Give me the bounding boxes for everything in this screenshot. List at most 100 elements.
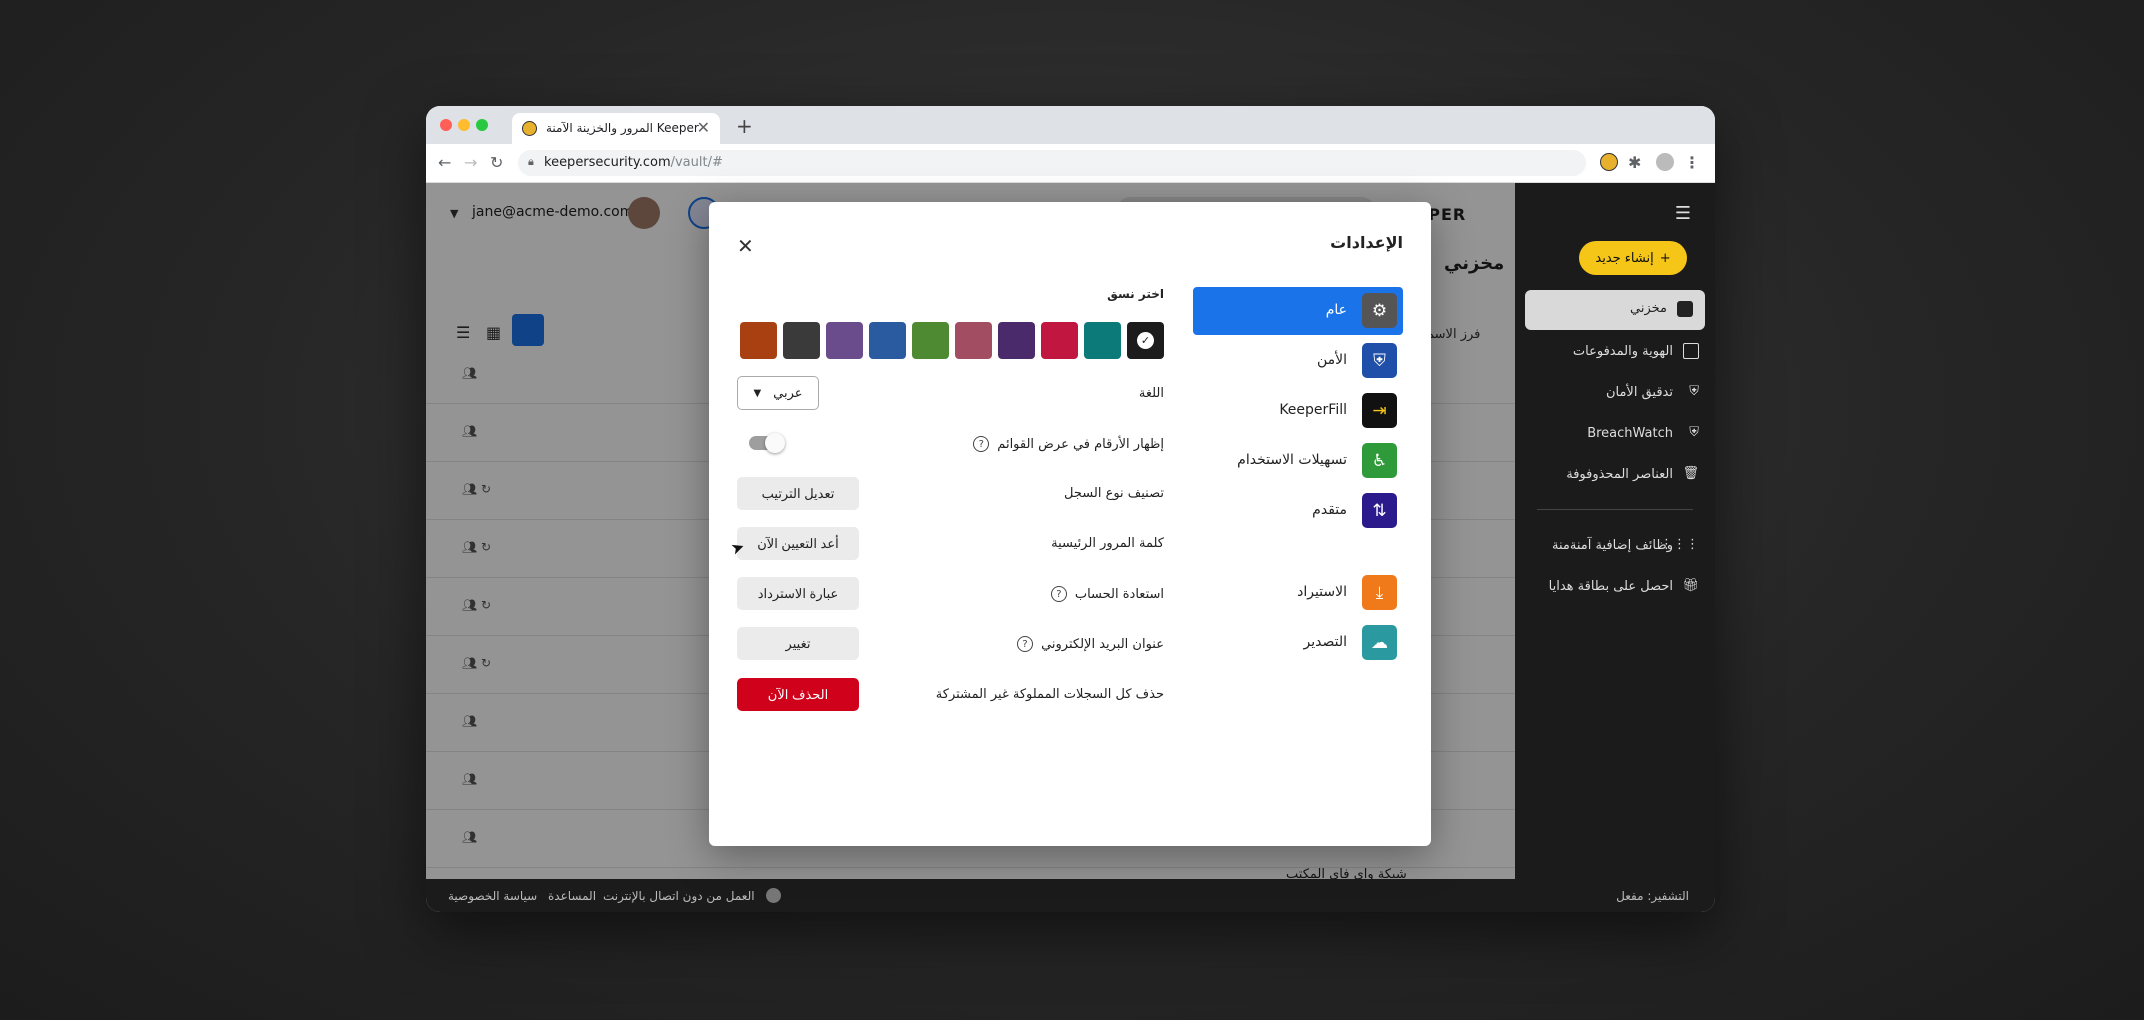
- keeper-extension-icon[interactable]: [1600, 153, 1618, 171]
- close-icon[interactable]: ✕: [737, 234, 754, 258]
- sidebar-divider: [1537, 509, 1693, 510]
- profile-icon[interactable]: [1656, 153, 1674, 171]
- apps-grid-icon: ⋮⋮⋮: [1660, 537, 1699, 552]
- nav-label: الاستيراد: [1297, 584, 1347, 600]
- sidebar-item-label: العناصر المحذوفوفة: [1566, 466, 1673, 482]
- offline-icon: [766, 888, 781, 903]
- address-bar: ← → ↻ 🔒︎ keepersecurity.com/vault/# ✱ ⋮: [426, 144, 1715, 183]
- record-type-label: تصنيف نوع السجل: [1064, 486, 1164, 501]
- nav-label: KeeperFill: [1279, 402, 1347, 418]
- tab-close-icon[interactable]: ✕: [697, 118, 710, 137]
- keeper-favicon-icon: [522, 121, 537, 136]
- settings-nav-advanced[interactable]: ⇅ متقدم: [1193, 487, 1403, 535]
- nav-label: الأمن: [1316, 352, 1347, 368]
- help-icon[interactable]: ?: [973, 436, 990, 452]
- theme-swatch[interactable]: [912, 322, 949, 359]
- accessibility-icon: ♿︎: [1362, 443, 1397, 478]
- url-field[interactable]: 🔒︎ keepersecurity.com/vault/#: [518, 150, 1586, 176]
- create-new-button[interactable]: + إنشاء جديد: [1579, 241, 1687, 275]
- encryption-value: مفعل: [1616, 889, 1644, 903]
- security-shield-icon: ⛨: [1362, 343, 1397, 378]
- privacy-link[interactable]: سياسة الخصوصية: [448, 889, 537, 903]
- sliders-icon: ⇅: [1362, 493, 1397, 528]
- nav-label: عام: [1325, 302, 1347, 318]
- settings-nav-keeperfill[interactable]: ⇥ KeeperFill: [1193, 387, 1403, 435]
- forward-icon[interactable]: →: [464, 153, 477, 172]
- delete-now-button[interactable]: الحذف الآن: [737, 678, 859, 711]
- encryption-label: التشفير:: [1647, 889, 1689, 903]
- sidebar-item-identity-payments[interactable]: الهوية والمدفوعات: [1573, 343, 1699, 359]
- theme-swatch[interactable]: [998, 322, 1035, 359]
- sidebar-item-my-vault[interactable]: مخزني: [1525, 290, 1705, 330]
- email-label: عنوان البريد الإلكتروني: [1041, 636, 1164, 652]
- settings-nav-accessibility[interactable]: ♿︎ تسهيلات الاستخدام: [1193, 437, 1403, 485]
- help-icon[interactable]: ?: [1050, 586, 1067, 602]
- close-window-button[interactable]: [440, 119, 452, 131]
- theme-swatch[interactable]: [955, 322, 992, 359]
- help-icon[interactable]: ?: [1017, 636, 1034, 652]
- gift-icon: 🎁︎: [1682, 578, 1699, 593]
- gear-icon: ⚙: [1362, 293, 1397, 328]
- reset-now-button[interactable]: أعد التعيين الآن: [737, 527, 859, 560]
- create-new-label: إنشاء جديد: [1595, 250, 1654, 266]
- nav-label: تسهيلات الاستخدام: [1237, 452, 1347, 468]
- delete-records-label: حذف كل السجلات المملوكة غير المشتركة: [935, 687, 1164, 702]
- url-path: /vault/#: [670, 155, 723, 170]
- maximize-window-button[interactable]: [476, 119, 488, 131]
- theme-swatch[interactable]: [1084, 322, 1121, 359]
- theme-swatch[interactable]: [783, 322, 820, 359]
- new-tab-button[interactable]: +: [736, 114, 753, 138]
- edit-order-button[interactable]: تعديل الترتيب: [737, 477, 859, 510]
- more-menu-icon[interactable]: ⋮: [1684, 153, 1700, 172]
- account-recovery-row: استعادة الحساب ?: [1050, 586, 1164, 602]
- dialog-title: الإعدادات: [1330, 233, 1403, 252]
- theme-swatch[interactable]: ✓: [1127, 322, 1164, 359]
- toggle-knob: [765, 433, 785, 453]
- check-icon: ✓: [1137, 332, 1154, 349]
- sidebar-item-security-audit[interactable]: ⛨ تدقيق الأمان: [1606, 384, 1699, 400]
- settings-dialog: الإعدادات ✕ ⚙ عام ⛨ الأمن ⇥ KeeperFill ♿…: [709, 202, 1431, 846]
- import-icon: ⤓: [1362, 575, 1397, 610]
- lock-icon: 🔒︎: [528, 155, 534, 168]
- puzzle-extensions-icon[interactable]: ✱: [1628, 153, 1641, 172]
- settings-nav-import[interactable]: ⤓ الاستيراد: [1193, 569, 1403, 617]
- theme-label: اختر نسق: [1107, 287, 1164, 301]
- language-select[interactable]: ▼ عربي: [737, 376, 819, 410]
- sidebar-item-gift-card[interactable]: 🎁︎ احصل على بطاقة هدايا: [1549, 578, 1699, 594]
- help-link[interactable]: المساعدة: [548, 889, 596, 903]
- sidebar-item-label: وظائف إضافية آمنةمنة: [1552, 537, 1673, 553]
- card-icon: [1683, 343, 1699, 359]
- settings-nav-general[interactable]: ⚙ عام: [1193, 287, 1403, 335]
- cloud-upload-icon: ☁: [1362, 625, 1397, 660]
- account-recovery-label: استعادة الحساب: [1074, 586, 1164, 602]
- browser-tab[interactable]: المرور والخزينة الآمنة Keeper ✕: [512, 113, 720, 144]
- back-icon[interactable]: ←: [438, 153, 451, 172]
- footer: سياسة الخصوصية المساعدة العمل من دون اتص…: [426, 879, 1715, 912]
- change-email-button[interactable]: تغيير: [737, 627, 859, 660]
- theme-swatch[interactable]: [826, 322, 863, 359]
- chevron-down-icon: ▼: [753, 387, 762, 399]
- sidebar-item-breachwatch[interactable]: ⛨ BreachWatch: [1587, 425, 1699, 441]
- sidebar-item-label: الهوية والمدفوعات: [1572, 343, 1673, 359]
- reload-icon[interactable]: ↻: [490, 153, 503, 172]
- tab-title: المرور والخزينة الآمنة Keeper: [546, 121, 699, 135]
- settings-nav-export[interactable]: ☁ التصدير: [1193, 619, 1403, 667]
- theme-swatch[interactable]: [740, 322, 777, 359]
- sidebar-item-label: BreachWatch: [1587, 425, 1673, 441]
- recovery-phrase-button[interactable]: عبارة الاسترداد: [737, 577, 859, 610]
- theme-swatch[interactable]: [869, 322, 906, 359]
- settings-nav-security[interactable]: ⛨ الأمن: [1193, 337, 1403, 385]
- breachwatch-icon: ⛨: [1689, 425, 1699, 440]
- offline-mode-link[interactable]: العمل من دون اتصال بالإنترنت: [603, 889, 755, 903]
- sidebar-item-deleted-items[interactable]: 🗑︎ العناصر المحذوفوفة: [1566, 466, 1699, 482]
- sidebar-item-secure-addons[interactable]: ⋮⋮⋮ وظائف إضافية آمنةمنة: [1552, 537, 1699, 553]
- trash-icon: 🗑︎: [1682, 466, 1699, 481]
- hamburger-menu-icon[interactable]: ☰: [1675, 203, 1691, 224]
- sidebar-item-label: مخزني: [1630, 301, 1667, 316]
- sidebar-item-label: احصل على بطاقة هدايا: [1548, 578, 1673, 594]
- keeperfill-icon: ⇥: [1362, 393, 1397, 428]
- minimize-window-button[interactable]: [458, 119, 470, 131]
- show-numbers-toggle[interactable]: [749, 433, 785, 453]
- theme-swatch[interactable]: [1041, 322, 1078, 359]
- email-row: عنوان البريد الإلكتروني ?: [1017, 636, 1164, 652]
